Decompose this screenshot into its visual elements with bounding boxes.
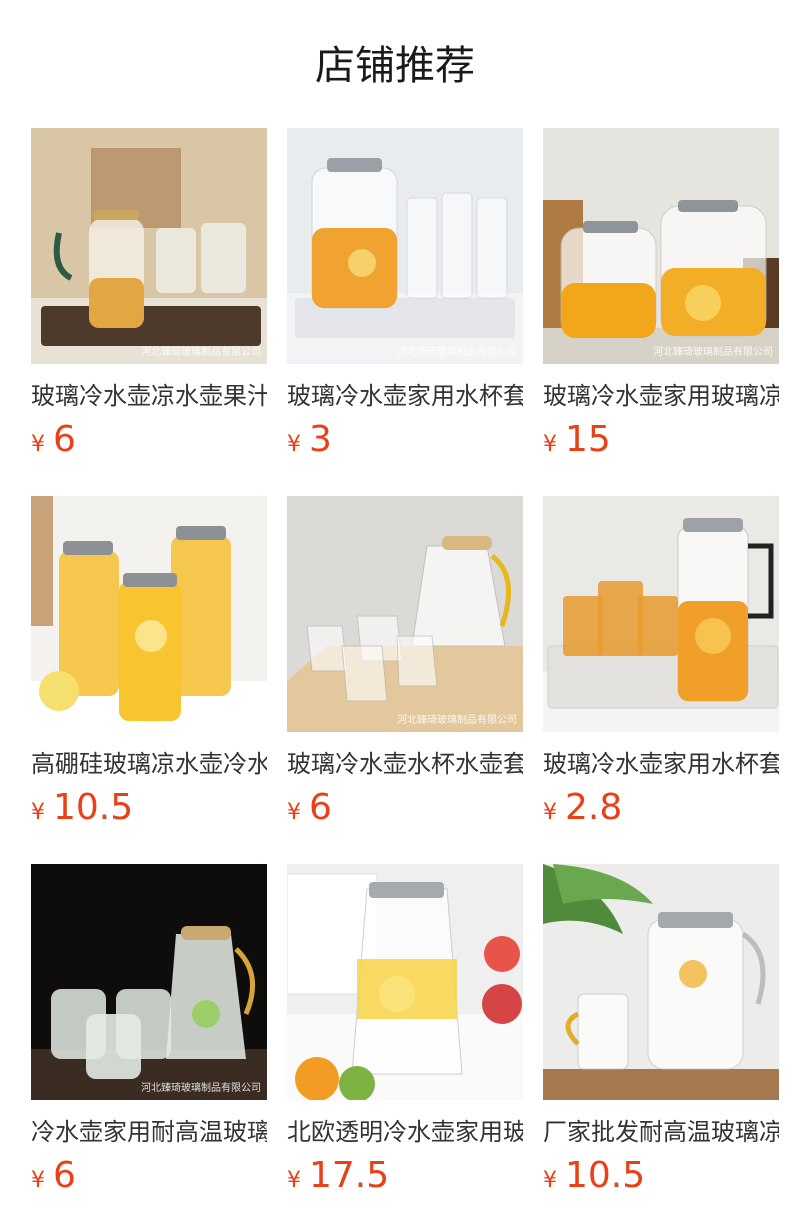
price-value: 6	[53, 1155, 76, 1196]
product-card-6[interactable]: 玻璃冷水壶家用水杯套装 ¥2.8	[543, 496, 779, 836]
product-card-3[interactable]: 河北臻琦玻璃制品有限公司 玻璃冷水壶家用玻璃凉水壶 ¥15	[543, 128, 779, 468]
product-name[interactable]: 玻璃冷水壶凉水壶果汁壶	[31, 378, 267, 414]
product-image[interactable]	[31, 496, 267, 732]
product-card-9[interactable]: 厂家批发耐高温玻璃凉水壶 ¥10.5	[543, 864, 779, 1204]
product-price: ¥6	[287, 786, 523, 836]
product-price: ¥10.5	[543, 1154, 779, 1204]
product-price: ¥10.5	[31, 786, 267, 836]
product-name[interactable]: 玻璃冷水壶水杯水壶套装	[287, 746, 523, 782]
image-watermark: 河北臻琦玻璃制品有限公司	[653, 347, 773, 358]
price-value: 17.5	[309, 1155, 390, 1196]
price-value: 15	[565, 419, 611, 460]
currency-symbol: ¥	[543, 1168, 557, 1193]
currency-symbol: ¥	[31, 1168, 45, 1193]
product-image[interactable]: 河北臻琦玻璃制品有限公司	[31, 128, 267, 364]
image-watermark: 河北臻琦玻璃制品有限公司	[397, 715, 517, 726]
image-watermark: 河北臻琦玻璃制品有限公司	[141, 1083, 261, 1094]
currency-symbol: ¥	[543, 800, 557, 825]
price-value: 10.5	[565, 1155, 646, 1196]
currency-symbol: ¥	[287, 1168, 301, 1193]
product-card-1[interactable]: 河北臻琦玻璃制品有限公司 玻璃冷水壶凉水壶果汁壶 ¥6	[31, 128, 267, 468]
product-name[interactable]: 玻璃冷水壶家用水杯套装	[287, 378, 523, 414]
price-value: 3	[309, 419, 332, 460]
product-price: ¥15	[543, 418, 779, 468]
product-card-8[interactable]: 北欧透明冷水壶家用玻璃 ¥17.5	[287, 864, 523, 1204]
product-card-2[interactable]: 河北臻琦玻璃制品有限公司 玻璃冷水壶家用水杯套装 ¥3	[287, 128, 523, 468]
product-card-5[interactable]: 河北臻琦玻璃制品有限公司 玻璃冷水壶水杯水壶套装 ¥6	[287, 496, 523, 836]
image-watermark: 河北臻琦玻璃制品有限公司	[141, 347, 261, 358]
product-card-7[interactable]: 河北臻琦玻璃制品有限公司 冷水壶家用耐高温玻璃壶 ¥6	[31, 864, 267, 1204]
product-name[interactable]: 厂家批发耐高温玻璃凉水壶	[543, 1114, 779, 1150]
product-image[interactable]	[543, 864, 779, 1100]
product-name[interactable]: 北欧透明冷水壶家用玻璃	[287, 1114, 523, 1150]
product-name[interactable]: 玻璃冷水壶家用玻璃凉水壶	[543, 378, 779, 414]
product-name[interactable]: 高硼硅玻璃凉水壶冷水壶	[31, 746, 267, 782]
price-value: 10.5	[53, 787, 134, 828]
product-card-4[interactable]: 高硼硅玻璃凉水壶冷水壶 ¥10.5	[31, 496, 267, 836]
currency-symbol: ¥	[287, 432, 301, 457]
product-image[interactable]: 河北臻琦玻璃制品有限公司	[31, 864, 267, 1100]
price-value: 2.8	[565, 787, 623, 828]
product-image[interactable]: 河北臻琦玻璃制品有限公司	[287, 128, 523, 364]
currency-symbol: ¥	[31, 800, 45, 825]
product-price: ¥6	[31, 1154, 267, 1204]
product-price: ¥3	[287, 418, 523, 468]
product-image[interactable]: 河北臻琦玻璃制品有限公司	[287, 496, 523, 732]
price-value: 6	[53, 419, 76, 460]
product-price: ¥17.5	[287, 1154, 523, 1204]
product-price: ¥6	[31, 418, 267, 468]
product-image[interactable]	[543, 496, 779, 732]
page-title: 店铺推荐	[315, 43, 475, 89]
product-name[interactable]: 玻璃冷水壶家用水杯套装	[543, 746, 779, 782]
price-value: 6	[309, 787, 332, 828]
product-image[interactable]	[287, 864, 523, 1100]
product-image[interactable]: 河北臻琦玻璃制品有限公司	[543, 128, 779, 364]
product-price: ¥2.8	[543, 786, 779, 836]
currency-symbol: ¥	[31, 432, 45, 457]
product-name[interactable]: 冷水壶家用耐高温玻璃壶	[31, 1114, 267, 1150]
currency-symbol: ¥	[287, 800, 301, 825]
image-watermark: 河北臻琦玻璃制品有限公司	[397, 347, 517, 358]
currency-symbol: ¥	[543, 432, 557, 457]
